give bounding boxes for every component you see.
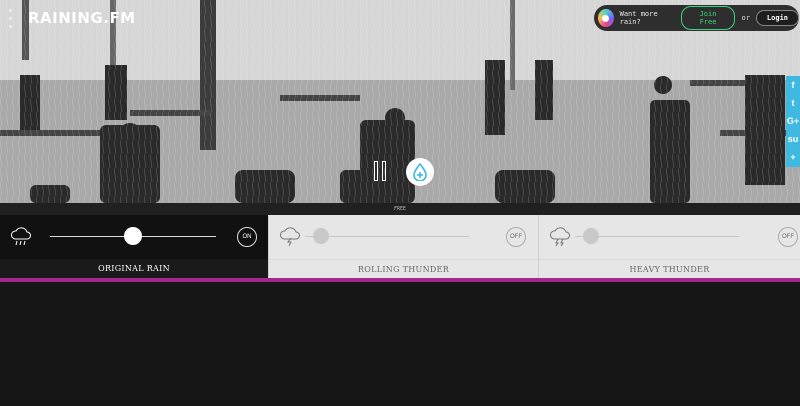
more-share-icon[interactable]: + — [790, 152, 795, 163]
volume-knob[interactable] — [313, 228, 329, 244]
volume-track[interactable] — [305, 236, 469, 237]
content-area — [0, 282, 800, 406]
volume-knob[interactable] — [124, 227, 142, 245]
sound-toggle-button[interactable]: OFF — [506, 227, 526, 247]
sound-label[interactable]: ROLLING THUNDER — [269, 259, 538, 278]
brand-logo[interactable]: RAINING.FM — [28, 9, 136, 27]
google-plus-share-icon[interactable]: G+ — [787, 116, 799, 127]
promo-text: Want more rain? — [619, 10, 658, 26]
raindrop-add-button[interactable] — [406, 158, 434, 186]
sound-toggle-button[interactable]: ON — [237, 227, 257, 247]
stumbleupon-share-icon[interactable]: su — [788, 134, 799, 145]
tier-label: FREE — [0, 203, 800, 215]
or-text: or — [741, 14, 750, 22]
sound-label[interactable]: ORIGINAL RAIN — [0, 259, 268, 278]
sound-label[interactable]: HEAVY THUNDER — [539, 259, 800, 278]
sound-panel-original-rain: ON ORIGINAL RAIN — [0, 215, 268, 278]
facebook-share-icon[interactable]: f — [792, 80, 795, 91]
account-bar: Want more rain? Join Free or Login — [594, 5, 799, 31]
volume-track[interactable] — [575, 236, 739, 237]
menu-dots-icon[interactable] — [9, 9, 13, 31]
sound-mixer: ON ORIGINAL RAIN OFF ROLLING THUNDER OFF… — [0, 215, 800, 278]
login-button[interactable]: Login — [755, 10, 799, 26]
join-free-button[interactable]: Join Free — [680, 6, 736, 30]
sound-panel-heavy-thunder: OFF HEAVY THUNDER — [538, 215, 800, 278]
sound-toggle-button[interactable]: OFF — [778, 227, 798, 247]
twitter-share-icon[interactable]: t — [792, 98, 795, 109]
pause-button[interactable] — [374, 161, 388, 181]
sound-panel-rolling-thunder: OFF ROLLING THUNDER — [268, 215, 538, 278]
raindrop-plus-icon — [413, 163, 427, 181]
social-share-bar: f t G+ su + — [786, 76, 800, 167]
rain-cloud-icon — [11, 227, 31, 246]
storm-cloud-icon — [550, 227, 570, 247]
raindrop-badge-icon — [598, 9, 614, 27]
lightning-cloud-icon — [280, 227, 300, 247]
hero-photo-banner: RAINING.FM Want more rain? Join Free or … — [0, 0, 800, 203]
volume-knob[interactable] — [583, 228, 599, 244]
